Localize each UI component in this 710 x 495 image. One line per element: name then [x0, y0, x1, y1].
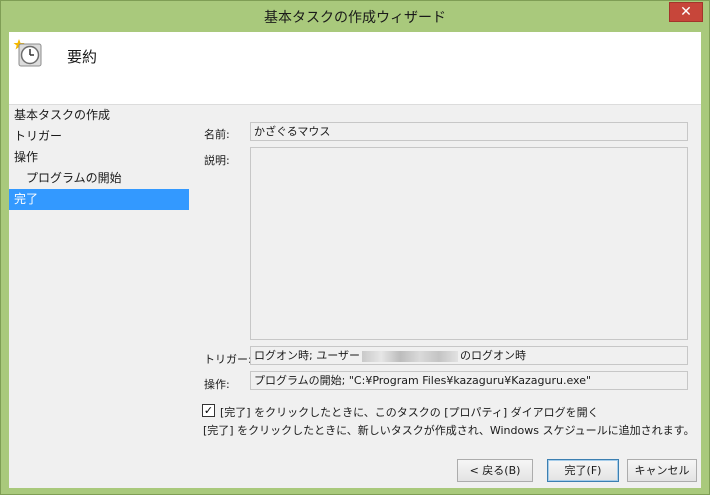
trigger-suffix: のログオン時 [459, 349, 526, 362]
nav-step-create-basic-task[interactable]: 基本タスクの作成 [9, 105, 189, 126]
finish-button[interactable]: 完了(F) [547, 459, 619, 482]
nav-step-action[interactable]: 操作 [9, 147, 189, 168]
trigger-prefix: ログオン時; ユーザー [254, 349, 360, 362]
trigger-field[interactable]: ログオン時; ユーザー のログオン時 [250, 346, 688, 365]
name-label: 名前: [204, 128, 230, 141]
wizard-content: 要約 基本タスクの作成 トリガー 操作 プログラムの開始 完了 名前: かざぐる… [9, 32, 701, 488]
scheduled-task-clock-icon [13, 39, 42, 67]
title-bar[interactable]: 基本タスクの作成ウィザード ✕ [1, 1, 709, 31]
window-title: 基本タスクの作成ウィザード [264, 10, 446, 26]
redacted-username [361, 350, 458, 362]
nav-step-finish[interactable]: 完了 [9, 189, 189, 210]
description-label: 説明: [204, 154, 230, 167]
back-button[interactable]: < 戻る(B) [457, 459, 533, 482]
description-field[interactable] [250, 147, 688, 340]
cancel-button[interactable]: キャンセル [627, 459, 697, 482]
page-title: 要約 [67, 48, 98, 66]
finish-note: [完了] をクリックしたときに、新しいタスクが作成され、Windows スケジュ… [203, 424, 695, 437]
open-properties-label[interactable]: [完了] をクリックしたときに、このタスクの [プロパティ] ダイアログを開く [220, 404, 599, 420]
open-properties-checkbox[interactable]: ✓ [202, 404, 215, 417]
nav-step-trigger[interactable]: トリガー [9, 126, 189, 147]
action-label: 操作: [204, 378, 230, 391]
trigger-label: トリガー: [204, 353, 252, 366]
wizard-steps-nav: 基本タスクの作成 トリガー 操作 プログラムの開始 完了 [9, 105, 189, 210]
close-button[interactable]: ✕ [669, 2, 703, 22]
name-field[interactable]: かざぐるマウス [250, 122, 688, 141]
nav-step-start-program[interactable]: プログラムの開始 [9, 168, 189, 189]
wizard-window: 基本タスクの作成ウィザード ✕ 要約 基本タスクの作成 トリガー 操作 プログラ… [0, 0, 710, 495]
wizard-header: 要約 [9, 32, 701, 105]
action-field[interactable]: プログラムの開始; "C:¥Program Files¥kazaguru¥Kaz… [250, 371, 688, 390]
